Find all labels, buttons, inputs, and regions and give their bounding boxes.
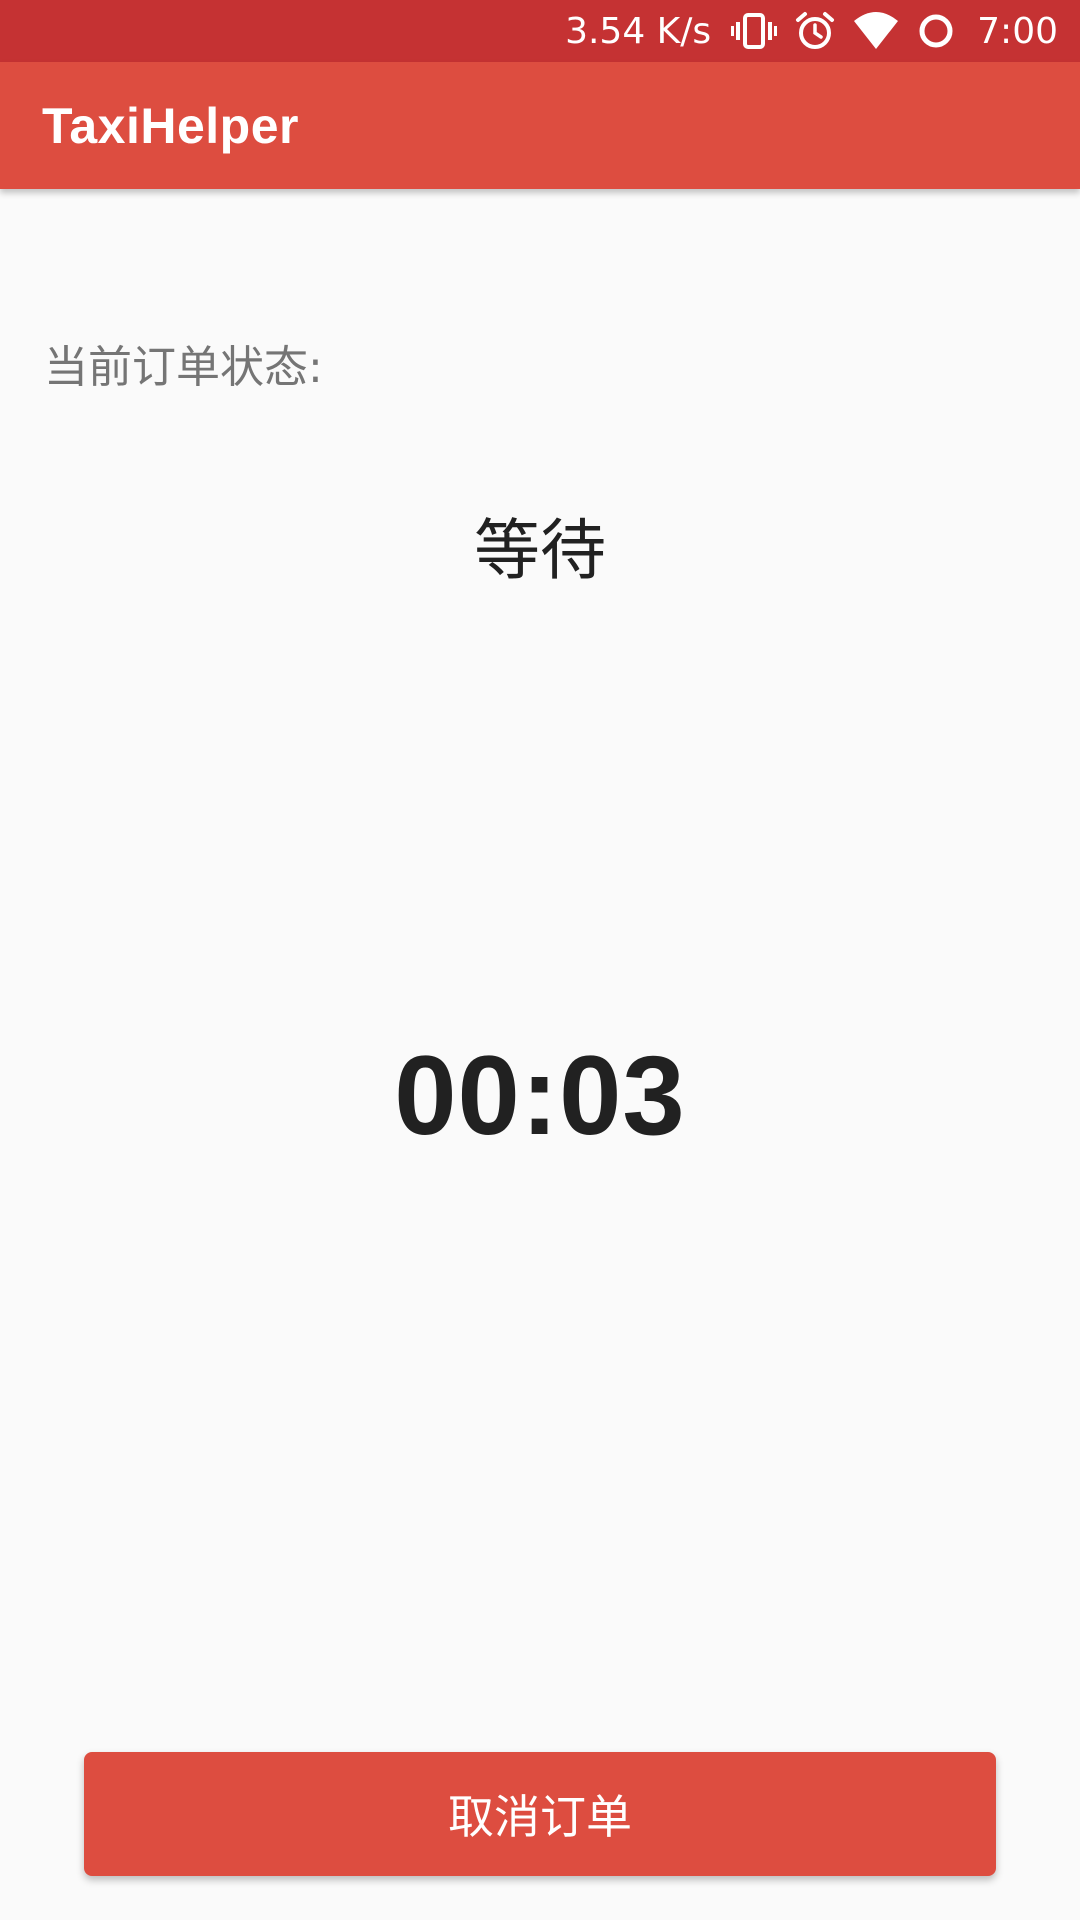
order-status-value: 等待 [474,512,606,589]
app-title: TaxiHelper [42,97,299,154]
wifi-icon [853,0,899,62]
elapsed-timer: 00:03 [394,1033,686,1158]
alarm-icon [795,0,835,62]
status-bar: 3.54 K/s 7:00 [0,0,1080,62]
cancel-order-button[interactable]: 取消订单 [84,1752,996,1876]
app-bar: TaxiHelper [0,62,1080,189]
vibrate-icon [731,0,778,62]
network-speed: 3.54 K/s [565,10,712,52]
clock-time: 7:00 [977,10,1058,52]
circle-icon [917,0,955,62]
order-status-label: 当前订单状态: [44,342,323,393]
screen: 3.54 K/s 7:00 TaxiHelper 当前订单状态: 等待 00:0… [0,0,1080,1920]
cancel-order-label: 取消订单 [448,1790,632,1844]
